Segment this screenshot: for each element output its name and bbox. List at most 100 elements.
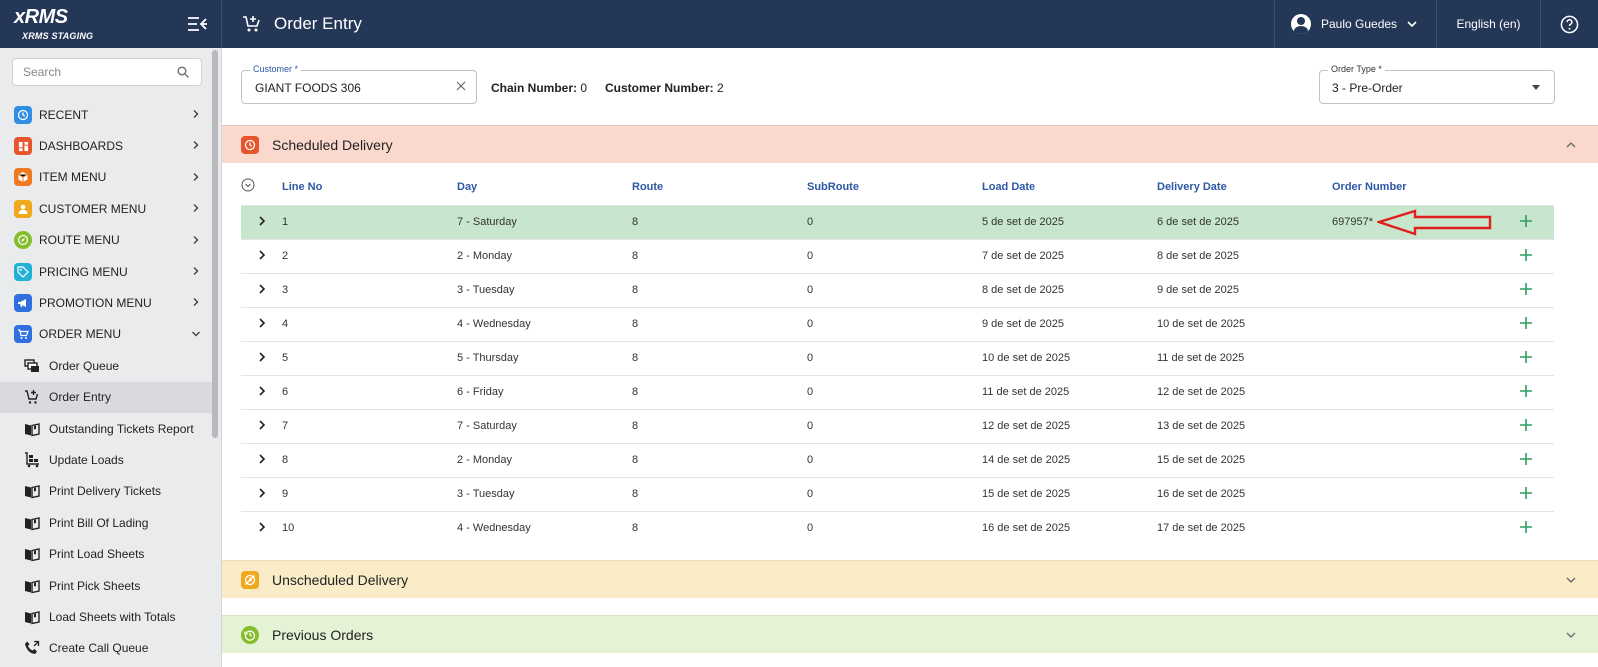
book-icon [25, 579, 40, 593]
header-load-date[interactable]: Load Date [982, 169, 1157, 205]
search-icon[interactable] [177, 66, 189, 78]
table-row[interactable]: 93 - Tuesday 8 0 15 de set de 2025 16 de set… [241, 476, 1554, 511]
table-row[interactable]: 77 - Saturday 8 0 12 de set de 2025 13 de se… [241, 408, 1554, 443]
sidebar-search[interactable] [12, 58, 202, 86]
chevron-right-icon[interactable] [256, 419, 268, 431]
row-add-cell[interactable] [1498, 510, 1554, 545]
table-row[interactable]: 33 - Tuesday 8 0 8 de set de 2025 9 de set d… [241, 272, 1554, 307]
plus-icon[interactable] [1519, 418, 1533, 432]
sidebar-subitem-create-call-queue[interactable]: Create Call Queue [0, 633, 212, 664]
row-expand-cell[interactable] [241, 340, 282, 375]
sidebar-subitem-order-queue[interactable]: Order Queue [0, 350, 212, 381]
chevron-right-icon[interactable] [256, 249, 268, 261]
header-subroute[interactable]: SubRoute [807, 169, 982, 205]
sidebar-item-recent[interactable]: RECENT [0, 99, 212, 130]
chevron-right-icon[interactable] [256, 215, 268, 227]
sidebar-subitem-print-bill-of-lading[interactable]: Print Bill Of Lading [0, 507, 212, 538]
row-add-cell[interactable] [1498, 306, 1554, 341]
sidebar-item-route-menu[interactable]: ROUTE MENU [0, 225, 212, 256]
chevron-right-icon[interactable] [256, 487, 268, 499]
sidebar-subitem-load-sheets-with-totals[interactable]: Load Sheets with Totals [0, 601, 212, 632]
row-expand-cell[interactable] [241, 374, 282, 409]
order-type-select[interactable]: Order Type * 3 - Pre-Order [1319, 64, 1555, 104]
sidebar-item-customer-menu[interactable]: CUSTOMER MENU [0, 193, 212, 224]
row-expand-cell[interactable] [241, 476, 282, 511]
row-add-cell[interactable] [1498, 408, 1554, 443]
header-day[interactable]: Day [457, 169, 632, 205]
plus-icon[interactable] [1519, 282, 1533, 296]
sidebar-subitem-print-pick-sheets[interactable]: Print Pick Sheets [0, 570, 212, 601]
header-route[interactable]: Route [632, 169, 807, 205]
chevron-down-icon[interactable] [1566, 630, 1576, 640]
row-expand-cell[interactable] [241, 204, 282, 239]
cell-route: 8 [632, 442, 807, 477]
table-row[interactable]: 66 - Friday 8 0 11 de set de 2025 12 de set … [241, 374, 1554, 409]
help-button[interactable] [1540, 0, 1598, 48]
sidebar-item-promotion-menu[interactable]: PROMOTION MENU [0, 287, 212, 318]
row-add-cell[interactable] [1498, 442, 1554, 477]
unscheduled-delivery-header[interactable]: Unscheduled Delivery [222, 560, 1598, 598]
header-line-no[interactable]: Line No [282, 169, 457, 205]
sidebar-item-item-menu[interactable]: ITEM MENU [0, 162, 212, 193]
sidebar-scrollbar[interactable] [212, 50, 218, 438]
previous-orders-header[interactable]: Previous Orders [222, 615, 1598, 653]
table-row[interactable]: 82 - Monday 8 0 14 de set de 2025 15 de set … [241, 442, 1554, 477]
customer-field-value[interactable]: GIANT FOODS 306 [255, 81, 361, 95]
sidebar-item-pricing-menu[interactable]: PRICING MENU [0, 256, 212, 287]
plus-icon[interactable] [1519, 350, 1533, 364]
plus-icon[interactable] [1519, 248, 1533, 262]
header-delivery-date[interactable]: Delivery Date [1157, 169, 1332, 205]
chevron-right-icon[interactable] [256, 521, 268, 533]
sidebar-subitem-update-loads[interactable]: Update Loads [0, 444, 212, 475]
plus-icon[interactable] [1519, 316, 1533, 330]
sidebar-item-order-menu[interactable]: ORDER MENU [0, 319, 212, 350]
header-order-number[interactable]: Order Number [1332, 169, 1498, 205]
row-expand-cell[interactable] [241, 510, 282, 545]
chevron-right-icon[interactable] [256, 283, 268, 295]
row-add-cell[interactable] [1498, 374, 1554, 409]
chevron-up-icon[interactable] [1566, 140, 1576, 150]
row-expand-cell[interactable] [241, 408, 282, 443]
row-add-cell[interactable] [1498, 204, 1554, 239]
table-row[interactable]: 10 4 - Wednesday 8 0 16 de set de 2025 17 de … [241, 510, 1554, 545]
chevron-right-icon[interactable] [256, 351, 268, 363]
expand-all-icon[interactable] [241, 178, 255, 192]
app-logo[interactable]: xRMS [14, 6, 68, 29]
table-row[interactable]: 55 - Thursday 8 0 10 de set de 2025 11 de se… [241, 340, 1554, 375]
row-add-cell[interactable] [1498, 340, 1554, 375]
sidebar-subitem-order-entry[interactable]: Order Entry [0, 381, 212, 413]
row-expand-cell[interactable] [241, 442, 282, 477]
chevron-right-icon[interactable] [256, 317, 268, 329]
table-row[interactable]: 17 - Saturday 8 0 5 de set de 2025 6 de set … [241, 204, 1554, 239]
table-row[interactable]: 44 - Wednesday 8 0 9 de set de 2025 10 de se… [241, 306, 1554, 341]
row-add-cell[interactable] [1498, 272, 1554, 307]
sidebar-subitem-outstanding-tickets-report[interactable]: Outstanding Tickets Report [0, 413, 212, 444]
sidebar-subitem-print-load-sheets[interactable]: Print Load Sheets [0, 538, 212, 569]
plus-icon[interactable] [1519, 486, 1533, 500]
search-input[interactable] [23, 65, 173, 79]
chevron-down-icon[interactable] [1566, 575, 1576, 585]
chevron-right-icon[interactable] [256, 453, 268, 465]
plus-icon[interactable] [1519, 214, 1533, 228]
plus-icon[interactable] [1519, 452, 1533, 466]
row-add-cell[interactable] [1498, 476, 1554, 511]
table-row[interactable]: 22 - Monday 8 0 7 de set de 2025 8 de set de… [241, 238, 1554, 273]
chevron-right-icon[interactable] [256, 385, 268, 397]
sidebar-subitem-print-delivery-tickets[interactable]: Print Delivery Tickets [0, 476, 212, 507]
language-selector[interactable]: English (en) [1436, 0, 1540, 48]
cart-plus-icon [25, 390, 39, 404]
cell-route: 8 [632, 476, 807, 511]
row-expand-cell[interactable] [241, 238, 282, 273]
plus-icon[interactable] [1519, 384, 1533, 398]
row-add-cell[interactable] [1498, 238, 1554, 273]
expand-all-header[interactable] [241, 169, 282, 205]
customer-field[interactable]: Customer * GIANT FOODS 306 [241, 64, 477, 104]
row-expand-cell[interactable] [241, 272, 282, 307]
collapse-sidebar-icon[interactable] [187, 15, 207, 33]
plus-icon[interactable] [1519, 520, 1533, 534]
sidebar-item-dashboards[interactable]: DASHBOARDS [0, 130, 212, 161]
scheduled-delivery-header[interactable]: Scheduled Delivery [222, 125, 1598, 163]
user-menu[interactable]: Paulo Guedes [1274, 0, 1436, 48]
clear-icon[interactable] [456, 81, 466, 91]
row-expand-cell[interactable] [241, 306, 282, 341]
